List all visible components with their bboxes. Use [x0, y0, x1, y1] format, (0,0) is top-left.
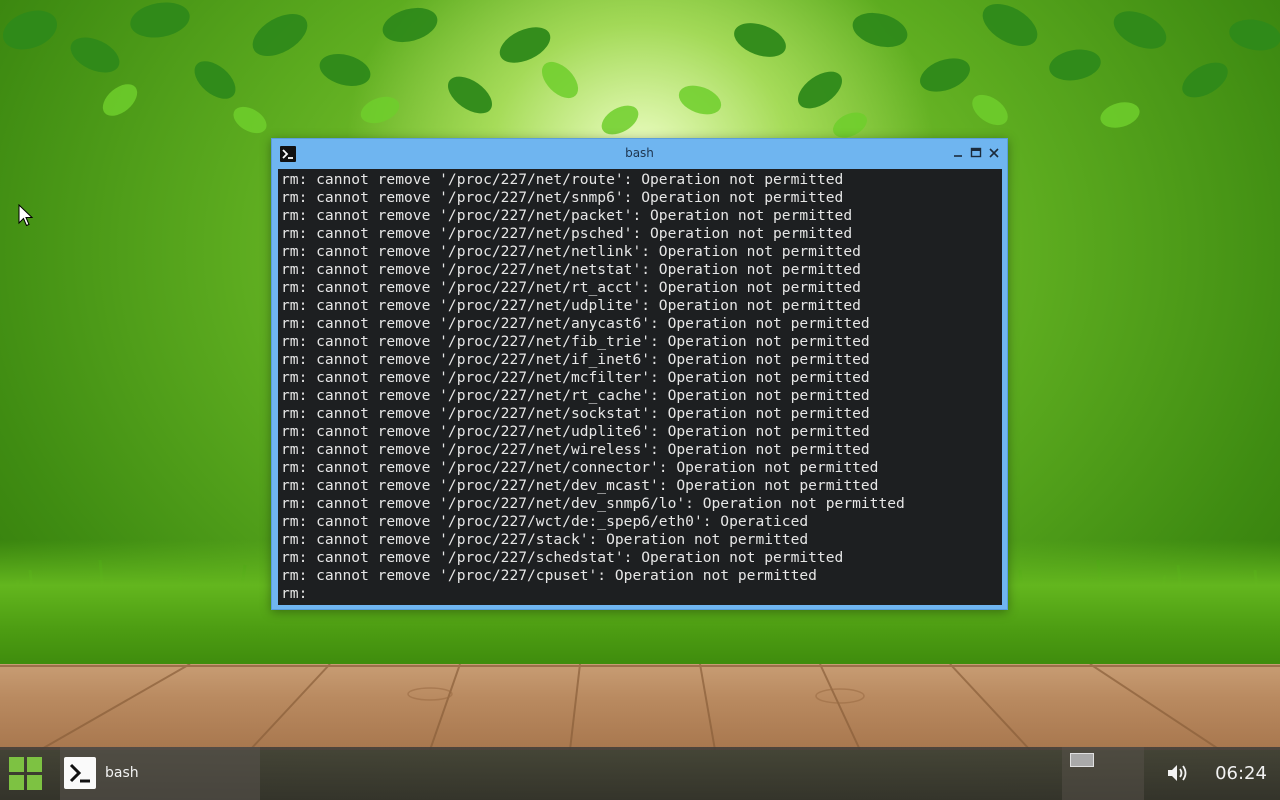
taskbar: bash 06:24	[0, 747, 1280, 800]
terminal-line: rm: cannot remove '/proc/227/net/dev_mca…	[281, 477, 879, 494]
terminal-line: rm: cannot remove '/proc/227/net/wireles…	[281, 441, 870, 458]
terminal-line: rm: cannot remove '/proc/227/net/netstat…	[281, 261, 861, 278]
terminal-window[interactable]: bash rm: cannot remove '/proc/227/net/ro…	[271, 138, 1008, 610]
terminal-line: rm: cannot remove '/proc/227/net/connect…	[281, 459, 879, 476]
maximize-icon	[970, 147, 982, 158]
wallpaper-leaves	[2, 2, 1280, 138]
speaker-icon[interactable]	[1166, 762, 1190, 784]
terminal-line: rm: cannot remove '/proc/227/net/socksta…	[281, 405, 870, 422]
terminal-line: rm: cannot remove '/proc/227/net/netlink…	[281, 243, 861, 260]
terminal-line: rm: cannot remove '/proc/227/stack': Ope…	[281, 531, 809, 548]
terminal-line: rm: cannot remove '/proc/227/net/rt_acct…	[281, 279, 861, 296]
terminal-line: rm: cannot remove '/proc/227/wct/de:_spe…	[281, 513, 809, 530]
terminal-line: rm: cannot remove '/proc/227/net/udplite…	[281, 423, 870, 440]
start-menu-button[interactable]	[9, 757, 43, 791]
workspace-thumbnail[interactable]	[1070, 753, 1094, 767]
terminal-line: rm: cannot remove '/proc/227/net/if_inet…	[281, 351, 870, 368]
terminal-line: rm: cannot remove '/proc/227/schedstat':…	[281, 549, 844, 566]
window-title: bash	[625, 146, 654, 160]
terminal-line: rm: cannot remove '/proc/227/net/rt_cach…	[281, 387, 870, 404]
terminal-icon	[64, 757, 96, 789]
taskbar-item-bash[interactable]: bash	[60, 747, 260, 800]
grid-icon	[9, 757, 42, 790]
mouse-cursor-icon	[18, 204, 34, 227]
terminal-line: rm: cannot remove '/proc/227/cpuset': Op…	[281, 567, 817, 584]
window-titlebar[interactable]: bash	[272, 139, 1007, 169]
workspace-switcher[interactable]	[1062, 747, 1144, 800]
terminal-line: rm: cannot remove '/proc/227/net/dev_snm…	[281, 495, 905, 512]
terminal-line: rm: cannot remove '/proc/227/net/mcfilte…	[281, 369, 870, 386]
minimize-button[interactable]	[950, 145, 966, 161]
terminal-line: rm: cannot remove '/proc/227/net/packet'…	[281, 207, 853, 224]
maximize-button[interactable]	[968, 145, 984, 161]
clock[interactable]: 06:24	[1207, 763, 1275, 784]
terminal-line: rm: cannot remove '/proc/227/net/udplite…	[281, 297, 861, 314]
close-button[interactable]	[986, 145, 1002, 161]
terminal-line: rm: cannot remove '/proc/227/net/anycast…	[281, 315, 870, 332]
wallpaper-floor-planks	[0, 664, 1280, 750]
taskbar-item-label: bash	[105, 765, 139, 781]
close-icon	[989, 148, 999, 158]
terminal-output[interactable]: rm: cannot remove '/proc/227/net/route':…	[278, 169, 1002, 605]
terminal-line: rm: cannot remove '/proc/227/net/psched'…	[281, 225, 853, 242]
terminal-line: rm: cannot remove '/proc/227/net/route':…	[281, 171, 844, 188]
minimize-icon	[954, 155, 962, 157]
terminal-line: rm: cannot remove '/proc/227/net/fib_tri…	[281, 333, 870, 350]
terminal-line: rm: cannot remove '/proc/227/net/snmp6':…	[281, 189, 844, 206]
terminal-prompt-line: rm:	[281, 585, 308, 602]
